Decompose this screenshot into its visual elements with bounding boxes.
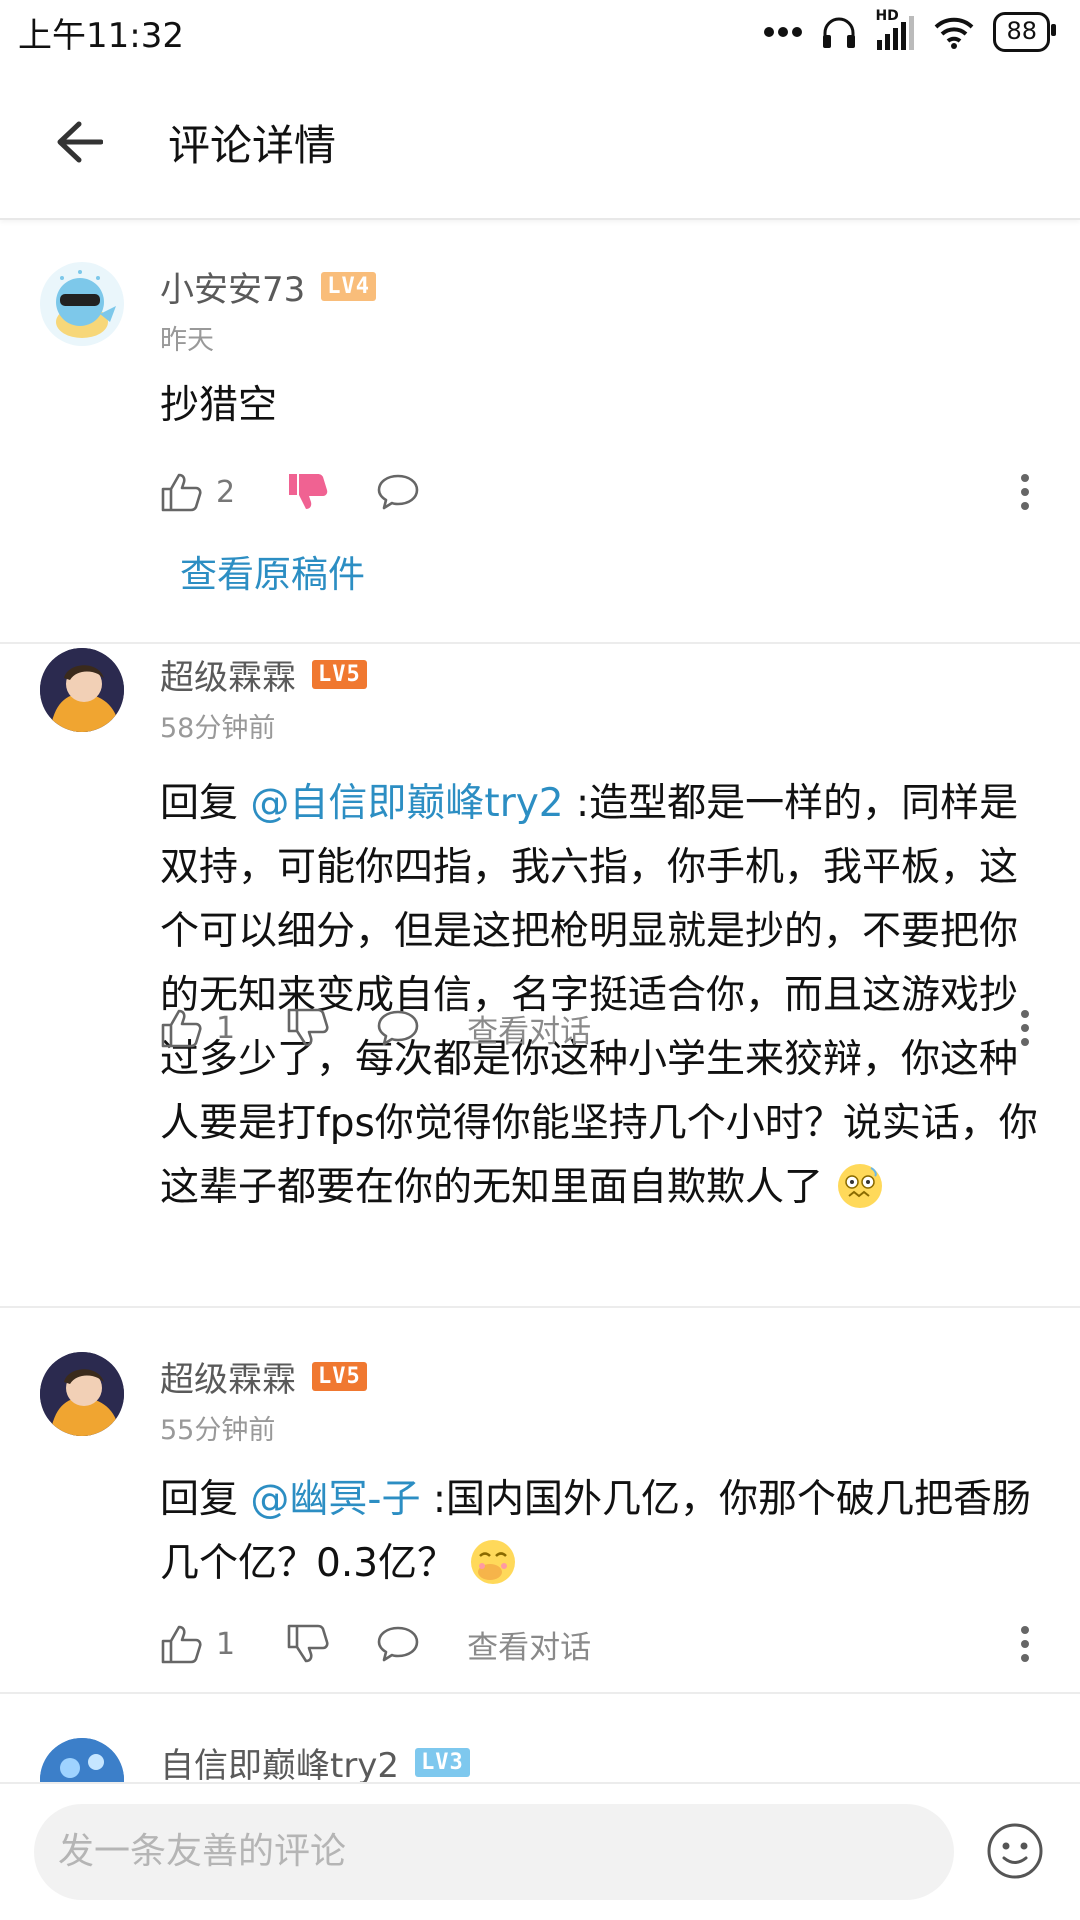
more-options-button[interactable] — [1010, 462, 1040, 522]
headphones-icon — [823, 17, 856, 48]
comment-input-bar: 发一条友善的评论 — [0, 1782, 1080, 1920]
view-original-link[interactable]: 查看原稿件 — [180, 544, 365, 598]
like-count: 1 — [216, 1010, 236, 1046]
dislike-button[interactable] — [287, 1623, 329, 1665]
thumbs-down-icon — [287, 1624, 329, 1663]
thumbs-up-icon — [161, 1625, 202, 1664]
reply-button[interactable] — [377, 1625, 419, 1663]
status-time: 上午11:32 — [18, 15, 184, 56]
level-badge: LV5 — [312, 660, 367, 689]
comment-body: :造型都是一样的，同样是双持，可能你四指，我六指，你手机，我平板，这个可以细分，… — [160, 781, 1038, 1210]
more-vertical-icon — [1021, 474, 1029, 510]
action-row: 1 查看对话 — [160, 1614, 1040, 1674]
giggle-emoji-icon — [471, 1540, 516, 1584]
avatar[interactable] — [40, 1352, 124, 1436]
reply-comment: 自信即巅峰try2 LV3 — [0, 1694, 1080, 1782]
mention-link[interactable]: @幽冥-子 — [250, 1477, 420, 1522]
page-title: 评论详情 — [168, 120, 337, 170]
dislike-button[interactable] — [287, 1007, 329, 1049]
comment-input[interactable]: 发一条友善的评论 — [34, 1804, 954, 1900]
comment-time: 55分钟前 — [160, 1415, 276, 1446]
thumbs-down-filled-icon — [289, 474, 328, 509]
comment-bubble-icon — [377, 474, 419, 510]
username[interactable]: 超级霖霖 — [160, 650, 296, 699]
comment-time: 58分钟前 — [160, 713, 276, 744]
comment-text: 回复 @幽冥-子 :国内国外几亿，你那个破几把香肠几个亿？0.3亿？ — [160, 1468, 1040, 1596]
more-vertical-icon — [1021, 1010, 1029, 1046]
name-row: 超级霖霖 LV5 — [160, 650, 367, 699]
more-vertical-icon — [1021, 1626, 1029, 1662]
name-row: 超级霖霖 LV5 — [160, 1352, 367, 1401]
reply-prefix: 回复 — [160, 1477, 251, 1522]
view-conversation-link[interactable]: 查看对话 — [467, 1622, 591, 1667]
back-button[interactable] — [34, 97, 124, 187]
more-options-button[interactable] — [1010, 998, 1040, 1058]
avatar[interactable] — [40, 648, 124, 732]
action-row: 1 查看对话 — [160, 998, 1040, 1058]
action-row: 2 — [160, 462, 1040, 522]
comment-time: 昨天 — [160, 325, 214, 356]
thumbs-down-icon — [287, 1008, 329, 1047]
username[interactable]: 自信即巅峰try2 — [160, 1738, 399, 1782]
battery-icon: 88 — [993, 12, 1056, 52]
top-app-bar: 评论详情 — [0, 66, 1080, 220]
signal-icon: HD — [875, 8, 915, 52]
comment-body: 抄猎空 — [160, 383, 278, 428]
like-button[interactable]: 1 — [160, 1623, 235, 1665]
status-bar: 上午11:32 HD 88 — [0, 0, 1080, 64]
avatar[interactable] — [40, 1738, 124, 1782]
emoji-button[interactable] — [986, 1822, 1044, 1880]
dislike-button[interactable] — [287, 471, 329, 513]
username[interactable]: 超级霖霖 — [160, 1352, 296, 1401]
reply-button[interactable] — [377, 1009, 419, 1047]
reply-comment: 超级霖霖 LV5 58分钟前 回复 @自信即巅峰try2 :造型都是一样的，同样… — [0, 644, 1080, 1306]
thumbs-up-icon — [161, 1009, 202, 1048]
thumbs-up-icon — [161, 473, 202, 512]
avatar[interactable] — [40, 262, 124, 346]
reply-prefix: 回复 — [160, 781, 251, 826]
like-button[interactable]: 2 — [160, 471, 235, 513]
like-count: 1 — [216, 1626, 236, 1662]
level-badge: LV5 — [312, 1362, 367, 1391]
username[interactable]: 小安安73 — [160, 262, 305, 311]
level-badge: LV4 — [321, 272, 377, 301]
name-row: 自信即巅峰try2 LV3 — [160, 1738, 470, 1782]
awkward-emoji-icon — [838, 1164, 883, 1208]
more-options-button[interactable] — [1010, 1614, 1040, 1674]
like-count: 2 — [216, 474, 236, 510]
root-comment: 小安安73 LV4 昨天 抄猎空 2 查看原稿件 — [0, 222, 1080, 642]
status-icons: HD 88 — [763, 8, 1056, 52]
name-row: 小安安73 LV4 — [160, 262, 377, 311]
mention-link[interactable]: @自信即巅峰try2 — [250, 781, 563, 826]
reply-comment: 超级霖霖 LV5 55分钟前 回复 @幽冥-子 :国内国外几亿，你那个破几把香肠… — [0, 1308, 1080, 1692]
more-dots-icon — [764, 27, 803, 37]
comment-bubble-icon — [377, 1010, 419, 1046]
level-badge: LV3 — [415, 1748, 470, 1777]
like-button[interactable]: 1 — [160, 1007, 235, 1049]
reply-button[interactable] — [377, 473, 419, 511]
comment-bubble-icon — [377, 1626, 419, 1662]
arrow-left-icon — [57, 121, 103, 163]
comment-text: 回复 @自信即巅峰try2 :造型都是一样的，同样是双持，可能你四指，我六指，你… — [160, 772, 1040, 1220]
view-conversation-link[interactable]: 查看对话 — [467, 1006, 591, 1051]
comment-text: 抄猎空 — [160, 374, 1040, 438]
wifi-icon — [935, 17, 974, 49]
smiley-icon — [987, 1823, 1043, 1879]
